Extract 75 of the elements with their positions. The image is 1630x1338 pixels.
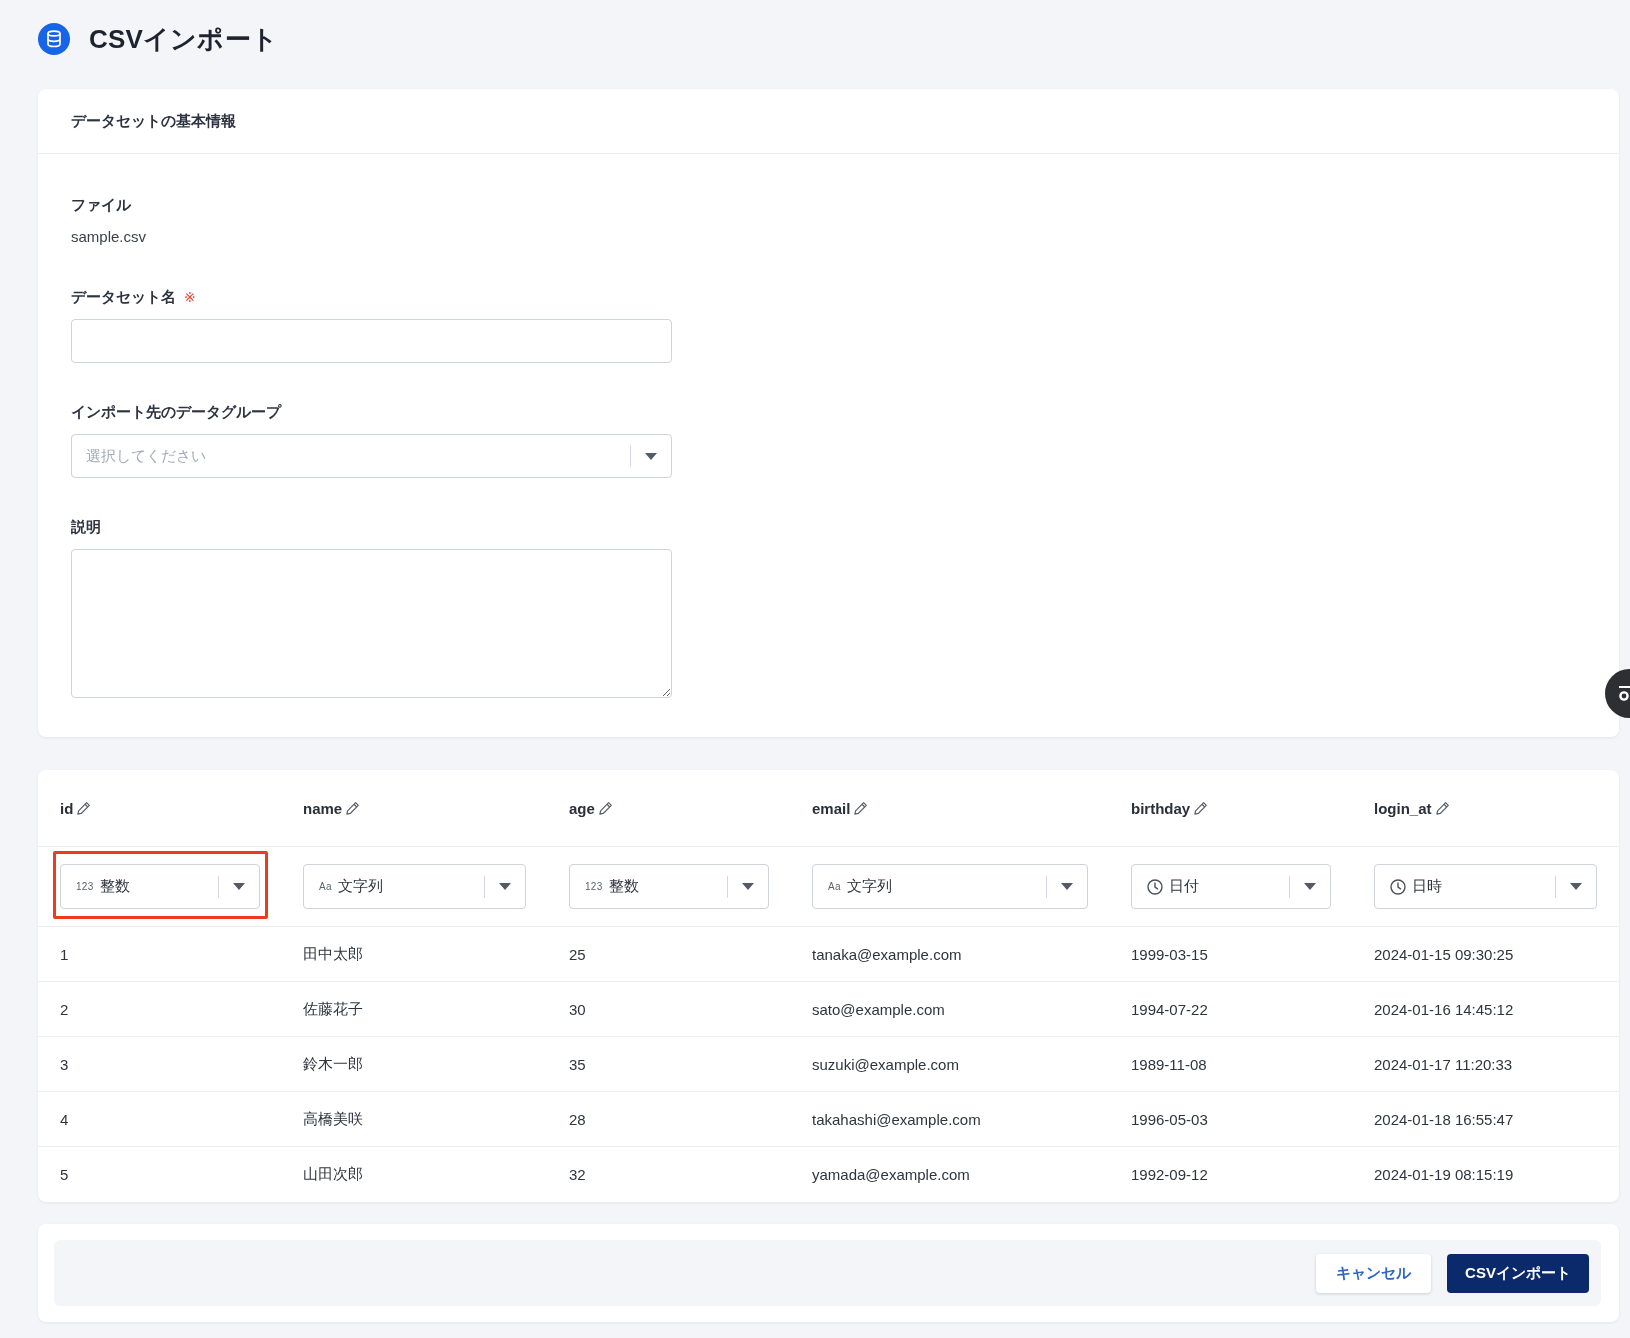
caret-icon [233, 883, 245, 890]
ring-icon [1618, 685, 1630, 702]
text-input[interactable] [71, 319, 672, 363]
table-cell: 4 [60, 1110, 69, 1128]
type-select[interactable]: Aa 文字列 [303, 864, 526, 909]
table-cell: 2024-01-17 11:20:33 [1374, 1055, 1513, 1073]
type-symbol: 123 [585, 881, 603, 892]
pencil-icon[interactable] [76, 800, 92, 816]
column-name: name [303, 799, 343, 817]
table-cell: 2024-01-16 14:45:12 [1374, 1000, 1514, 1018]
column-name: age [569, 799, 595, 817]
page-title: CSVインポート [89, 22, 279, 56]
table-cell: 2024-01-15 09:30:25 [1374, 945, 1514, 963]
column-name: birthday [1131, 799, 1191, 817]
file-name: sample.csv [71, 227, 147, 247]
field-label: 説明 [71, 517, 101, 537]
table-cell: 28 [569, 1110, 586, 1128]
import-button[interactable]: CSVインポート [1447, 1253, 1589, 1293]
database-icon [38, 23, 70, 55]
caret-icon [742, 883, 754, 890]
type-select[interactable]: 日時 [1374, 864, 1597, 909]
table-cell: 30 [569, 1000, 586, 1018]
field-label: インポート先のデータグループ [71, 402, 281, 422]
caret-icon [1570, 883, 1582, 890]
table-cell: 2024-01-19 08:15:19 [1374, 1166, 1514, 1183]
required-mark: ※ [184, 288, 196, 307]
table-cell: 鈴木一郎 [303, 1054, 363, 1072]
caret-icon [499, 883, 511, 890]
table-cell: suzuki@example.com [812, 1055, 959, 1073]
table-cell: 5 [60, 1166, 69, 1183]
table-cell: sato@example.com [812, 1000, 945, 1018]
table-cell: 田中太郎 [303, 944, 363, 962]
pencil-icon[interactable] [597, 800, 613, 816]
type-select[interactable]: 123 整数 [60, 864, 260, 909]
table-cell: 3 [60, 1055, 69, 1073]
pencil-icon[interactable] [1193, 800, 1209, 816]
clock-icon [1147, 878, 1163, 895]
clock-icon [1390, 878, 1406, 895]
field-label: データセット名 [71, 287, 176, 307]
table-cell: 2024-01-18 16:55:47 [1374, 1110, 1514, 1128]
table-cell: 1992-09-12 [1131, 1166, 1208, 1183]
table-cell: 1989-11-08 [1131, 1055, 1207, 1073]
table-cell: 山田次郎 [303, 1165, 363, 1182]
column-name: id [60, 799, 74, 817]
caret-icon [1061, 883, 1073, 890]
column-name: login_at [1374, 799, 1432, 817]
column-name: email [812, 799, 851, 817]
table-cell: 1994-07-22 [1131, 1000, 1208, 1018]
type-symbol: Aa [828, 881, 841, 892]
pencil-icon[interactable] [1434, 800, 1450, 816]
pencil-icon[interactable] [345, 800, 361, 816]
cancel-button[interactable]: キャンセル [1316, 1253, 1431, 1293]
section-title: データセットの基本情報 [71, 111, 236, 131]
table-cell: 1999-03-15 [1131, 945, 1208, 963]
table-cell: tanaka@example.com [812, 945, 962, 963]
table-cell: 35 [569, 1055, 586, 1073]
table-cell: 1 [60, 945, 69, 963]
field-label: ファイル [71, 195, 131, 215]
table-cell: takahashi@example.com [812, 1110, 981, 1128]
type-select[interactable]: 日付 [1131, 864, 1331, 909]
table-cell: 佐藤花子 [303, 999, 363, 1017]
table-cell: 32 [569, 1166, 586, 1183]
table-cell: 1996-05-03 [1131, 1110, 1208, 1128]
type-select[interactable]: Aa 文字列 [812, 864, 1088, 909]
table-cell: 2 [60, 1000, 69, 1018]
caret-icon [645, 452, 657, 460]
description-field[interactable] [71, 549, 672, 698]
pencil-icon[interactable] [853, 800, 869, 816]
table-cell: 25 [569, 945, 586, 963]
caret-icon [1304, 883, 1316, 890]
table-cell: 高橋美咲 [303, 1109, 363, 1127]
table-cell: yamada@example.com [812, 1166, 970, 1183]
type-symbol: Aa [319, 881, 332, 892]
type-select[interactable]: 123 整数 [569, 864, 769, 909]
type-symbol: 123 [76, 881, 94, 892]
